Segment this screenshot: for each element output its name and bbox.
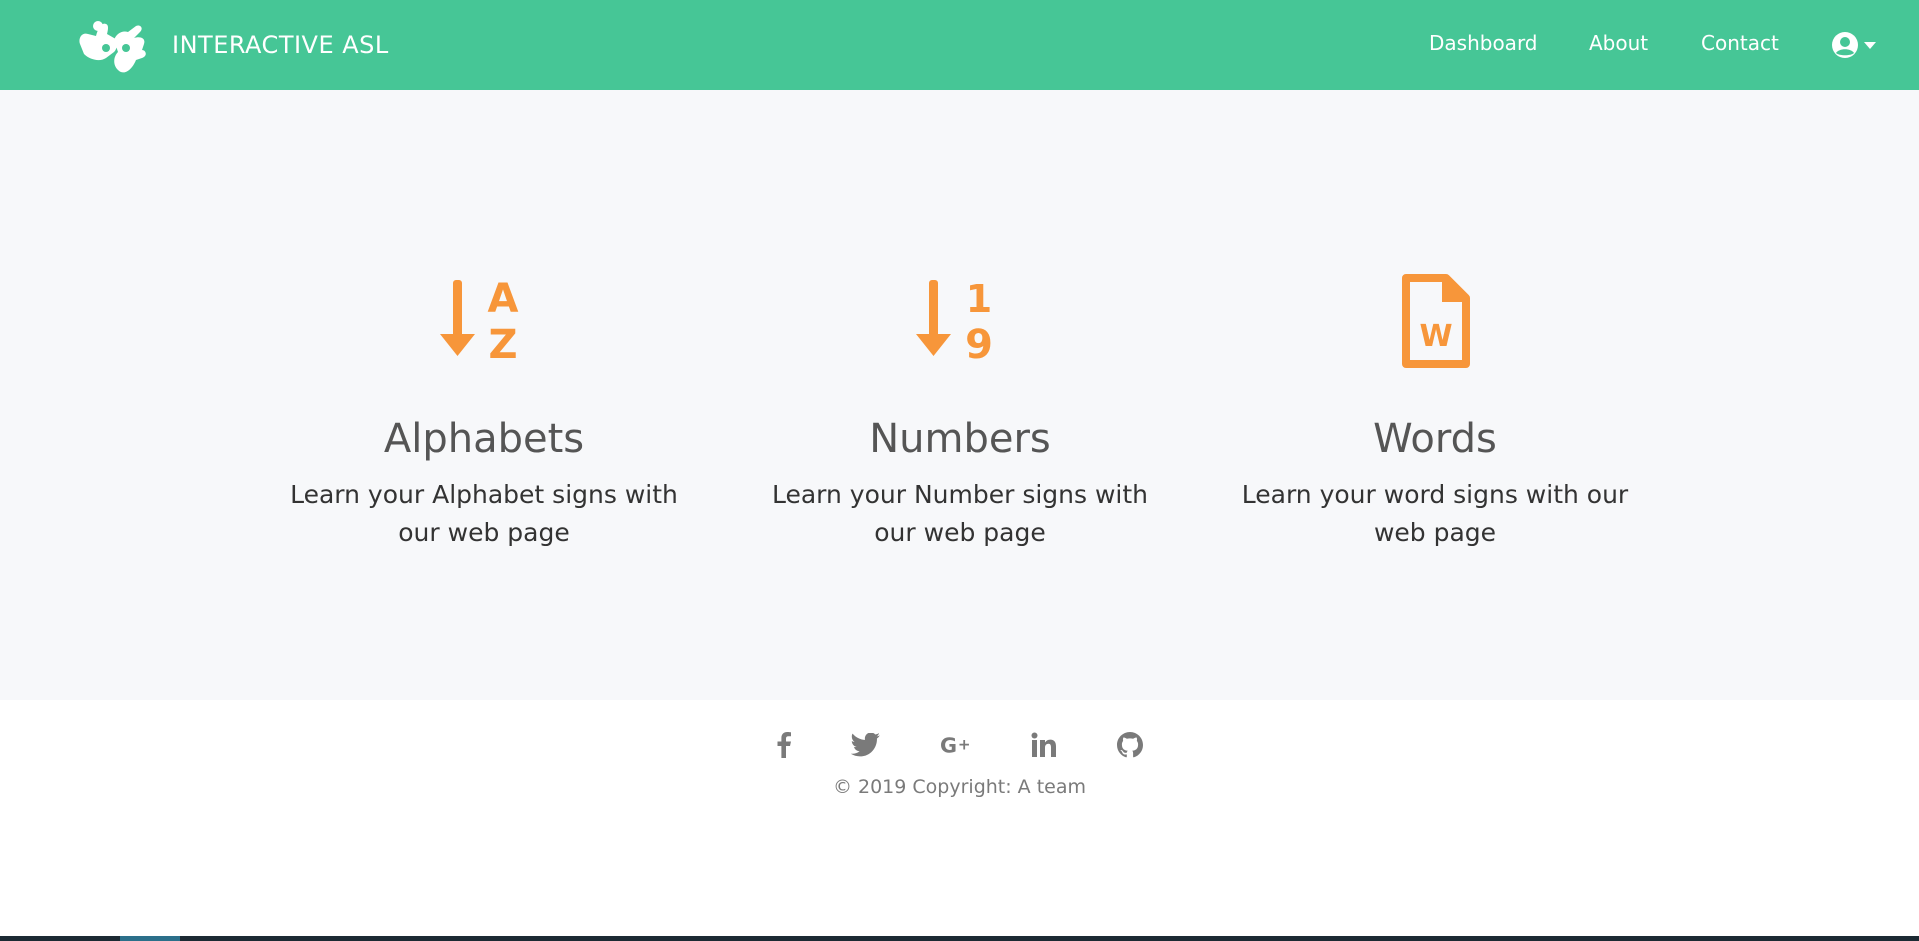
svg-text:9: 9 [965, 322, 993, 368]
github-link[interactable] [1113, 728, 1147, 762]
svg-text:1: 1 [966, 277, 992, 321]
github-icon [1117, 732, 1143, 758]
feature-desc-numbers: Learn your Number signs with our web pag… [771, 480, 1149, 547]
feature-desc-words: Learn your word signs with our web page [1241, 480, 1629, 547]
sort-numeric-down-icon: 1 9 [916, 277, 993, 368]
user-circle-icon [1832, 32, 1858, 58]
facebook-icon [777, 732, 791, 758]
feature-card-alphabets[interactable]: A Z Alphabets Learn your Alphabet signs … [264, 272, 704, 552]
svg-text:G: G [940, 734, 957, 757]
linkedin-link[interactable] [1027, 728, 1061, 762]
feature-desc-alphabets: Learn your Alphabet signs with our web p… [290, 480, 678, 547]
top-navbar: INTERACTIVE ASL Dashboard About Contact [0, 0, 1919, 90]
feature-title-alphabets: Alphabets [383, 416, 585, 462]
nav-link-about[interactable]: About [1589, 31, 1648, 55]
brand-link[interactable]: INTERACTIVE ASL [76, 14, 389, 76]
google-plus-icon: G + [940, 734, 971, 757]
feature-title-numbers: Numbers [869, 416, 1051, 462]
copyright-text: © 2019 Copyright: A team [832, 776, 1087, 798]
brand-title: INTERACTIVE ASL [172, 31, 389, 59]
twitter-link[interactable] [849, 728, 883, 762]
page-footer: G + © 2019 Copyright: A team [0, 700, 1919, 936]
svg-text:W: W [1419, 319, 1452, 354]
file-word-icon: W [1402, 274, 1470, 368]
user-menu-dropdown[interactable] [1831, 31, 1877, 59]
svg-text:Z: Z [488, 322, 517, 368]
google-plus-link[interactable]: G + [939, 728, 973, 762]
feature-card-words[interactable]: W Words Learn your word signs with our w… [1215, 272, 1655, 552]
twitter-icon [851, 733, 880, 757]
linkedin-icon [1031, 732, 1056, 757]
feature-title-words: Words [1373, 416, 1497, 462]
bottom-edge-accent [120, 936, 180, 941]
svg-text:A: A [488, 276, 519, 322]
sign-language-hands-icon [79, 21, 146, 73]
nav-link-contact[interactable]: Contact [1701, 31, 1779, 55]
nav-link-dashboard[interactable]: Dashboard [1429, 31, 1538, 55]
sort-alpha-down-icon: A Z [440, 276, 519, 368]
bottom-edge-bar [0, 936, 1919, 941]
caret-down-icon [1864, 42, 1876, 49]
social-links: G + [0, 728, 1919, 762]
main-content: A Z Alphabets Learn your Alphabet signs … [0, 90, 1919, 700]
feature-card-numbers[interactable]: 1 9 Numbers Learn your Number signs with… [740, 272, 1180, 552]
svg-text:+: + [958, 736, 971, 754]
facebook-link[interactable] [767, 728, 801, 762]
